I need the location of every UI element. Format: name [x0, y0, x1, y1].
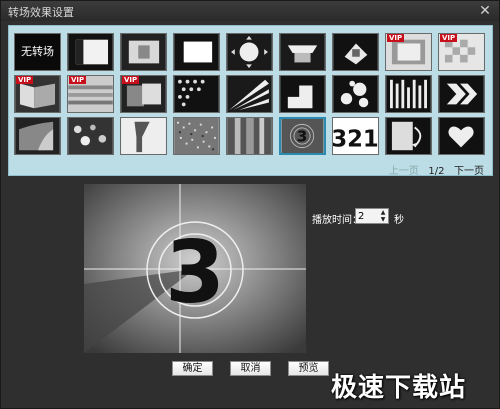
duration-unit: 秒 [394, 215, 404, 226]
watermark: 极速下载站 [331, 373, 467, 403]
transition-thumb-none[interactable]: 无转场 [14, 33, 61, 71]
thumb-digit: 3 [297, 127, 308, 145]
vip-badge: VIP [387, 34, 405, 42]
transition-thumb[interactable] [67, 117, 114, 155]
transition-gallery: 无转场 VIP VIP VIP VIP VIP 3 321 上一页 1/2 下一… [8, 25, 493, 177]
transition-thumb[interactable] [173, 75, 220, 113]
transition-thumb[interactable] [279, 33, 326, 71]
transition-thumb[interactable] [226, 75, 273, 113]
title-bar: 转场效果设置 ✕ [1, 1, 499, 21]
vip-badge: VIP [69, 76, 87, 84]
transition-thumb[interactable] [226, 117, 273, 155]
transition-thumb[interactable] [332, 33, 379, 71]
transition-thumb[interactable] [279, 75, 326, 113]
vip-badge: VIP [440, 34, 458, 42]
close-icon[interactable]: ✕ [477, 3, 493, 19]
vip-badge: VIP [122, 76, 140, 84]
window-title: 转场效果设置 [8, 6, 74, 19]
transition-thumb[interactable] [438, 75, 485, 113]
transition-thumb[interactable]: VIP [438, 33, 485, 71]
cancel-button[interactable]: 取消 [230, 361, 271, 376]
transition-thumb[interactable] [14, 117, 61, 155]
transition-thumb[interactable]: 321 [332, 117, 379, 155]
transition-thumb[interactable] [385, 117, 432, 155]
transition-thumb-selected[interactable]: 3 [279, 117, 326, 155]
transition-thumb[interactable] [173, 117, 220, 155]
vip-badge: VIP [16, 76, 34, 84]
transition-thumb[interactable]: VIP [14, 75, 61, 113]
transition-thumb[interactable] [173, 33, 220, 71]
stepper-up-icon[interactable]: ▲ [379, 209, 387, 216]
stepper-down-icon[interactable]: ▼ [379, 216, 387, 223]
preview-button[interactable]: 预览 [288, 361, 329, 376]
transition-thumb[interactable]: VIP [120, 75, 167, 113]
thumb-digits: 321 [333, 126, 378, 152]
preview-digit: 3 [165, 223, 225, 323]
ok-button[interactable]: 确定 [172, 361, 213, 376]
duration-input[interactable] [358, 209, 378, 223]
transition-thumb[interactable] [385, 75, 432, 113]
transition-settings-dialog: 转场效果设置 ✕ 无转场 VIP VIP VIP VIP VIP 3 321 上… [0, 0, 500, 409]
transition-thumb[interactable] [332, 75, 379, 113]
duration-stepper[interactable]: ▲ ▼ [355, 208, 389, 224]
transition-thumb[interactable] [120, 33, 167, 71]
transition-thumb[interactable]: VIP [67, 75, 114, 113]
thumbnail-grid: 无转场 VIP VIP VIP VIP VIP 3 321 [12, 29, 490, 157]
countdown-preview: 3 [84, 184, 306, 353]
next-page-link[interactable]: 下一页 [454, 166, 484, 177]
transition-thumb[interactable] [67, 33, 114, 71]
thumb-label: 无转场 [21, 45, 54, 58]
transition-thumb[interactable] [120, 117, 167, 155]
pagination: 上一页 1/2 下一页 [389, 162, 484, 177]
prev-page-link[interactable]: 上一页 [389, 166, 419, 177]
transition-thumb[interactable]: VIP [385, 33, 432, 71]
page-total: 2 [438, 166, 445, 177]
transition-thumb[interactable] [226, 33, 273, 71]
preview-canvas: 3 [84, 184, 306, 353]
transition-thumb[interactable] [438, 117, 485, 155]
